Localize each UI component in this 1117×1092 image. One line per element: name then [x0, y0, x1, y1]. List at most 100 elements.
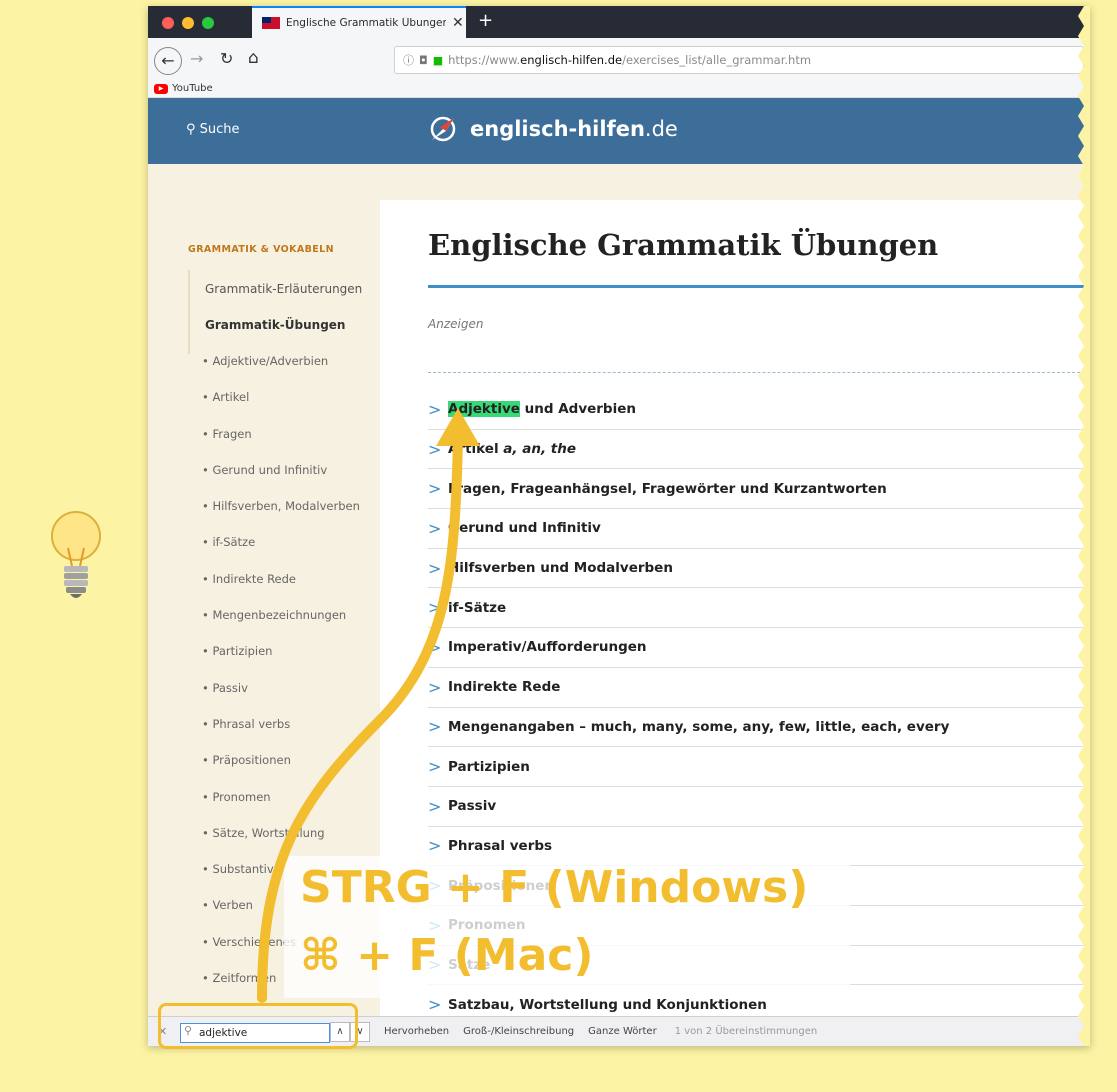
window-maximize-button[interactable]: [202, 17, 214, 29]
chevron-right-icon: >: [428, 717, 442, 737]
search-link[interactable]: ⚲ Suche: [186, 122, 240, 137]
tracking-shield-icon[interactable]: ◘: [419, 54, 428, 67]
logo-tld: .de: [644, 117, 678, 141]
exercise-link[interactable]: if-Sätze: [448, 600, 506, 616]
url-bar[interactable]: ⓘ ◘ ■ https://www. englisch-hilfen.de/exe…: [394, 46, 1084, 74]
exercise-row[interactable]: > Artikel a, an, the: [428, 430, 1090, 470]
exercise-row[interactable]: > Hilfsverben und Modalverben: [428, 549, 1090, 589]
exercise-row[interactable]: > if-Sätze: [428, 588, 1090, 629]
chevron-right-icon: >: [428, 836, 442, 856]
exercise-row[interactable]: > Imperativ/Aufforderungen: [428, 628, 1090, 668]
exercise-link[interactable]: Fragen, Frageanhängsel, Fragewörter und …: [448, 481, 887, 497]
exercise-link[interactable]: Partizipien: [448, 759, 530, 775]
exercise-row[interactable]: > Indirekte Rede: [428, 668, 1090, 708]
find-option-match-case[interactable]: Groß-/Kleinschreibung: [463, 1026, 574, 1037]
chevron-right-icon: >: [428, 757, 442, 777]
exercise-link-italic: a, an, the: [503, 441, 577, 458]
sidebar-item[interactable]: • Pronomen: [202, 790, 402, 826]
sidebar-item[interactable]: • Mengenbezeichnungen: [202, 608, 402, 644]
sidebar-heading: GRAMMATIK & VOKABELN: [188, 244, 334, 255]
lock-icon[interactable]: ■: [433, 54, 443, 67]
exercise-link[interactable]: Adjektive und Adverbien: [448, 401, 636, 418]
sidebar-item[interactable]: • Fragen: [202, 427, 402, 463]
sidebar-item[interactable]: • Phrasal verbs: [202, 717, 402, 753]
chevron-right-icon: >: [428, 479, 442, 499]
sidebar-item[interactable]: • Passiv: [202, 681, 402, 717]
exercise-row[interactable]: > Gerund und Infinitiv: [428, 509, 1090, 549]
window-close-button[interactable]: [162, 17, 174, 29]
torn-edge: [1078, 6, 1090, 1046]
exercise-link[interactable]: Hilfsverben und Modalverben: [448, 560, 673, 576]
chevron-right-icon: >: [428, 995, 442, 1015]
sidebar-item[interactable]: • Partizipien: [202, 644, 402, 680]
search-icon: ⚲: [186, 122, 200, 137]
reload-button[interactable]: ↻: [220, 49, 233, 68]
shortcut-mac: ⌘ + F (Mac): [300, 930, 594, 981]
exercise-link[interactable]: Imperativ/Aufforderungen: [448, 639, 647, 655]
exercise-link[interactable]: Artikel a, an, the: [448, 441, 576, 457]
logo-name: englisch-hilfen: [470, 117, 645, 141]
chevron-right-icon: >: [428, 796, 442, 816]
chevron-right-icon: >: [428, 518, 442, 538]
shortcut-windows: STRG + F (Windows): [300, 862, 809, 913]
find-field-highlight-frame: [158, 1003, 358, 1049]
sidebar-item[interactable]: • Gerund und Infinitiv: [202, 463, 402, 499]
sidebar-item[interactable]: • Indirekte Rede: [202, 572, 402, 608]
compass-icon: [430, 116, 456, 142]
sidebar-nav: Grammatik-Erläuterungen Grammatik-Übunge…: [188, 270, 378, 354]
home-button[interactable]: ⌂: [248, 48, 259, 68]
exercise-row[interactable]: > Mengenangaben – much, many, some, any, …: [428, 708, 1090, 748]
window-minimize-button[interactable]: [182, 17, 194, 29]
url-domain: englisch-hilfen.de: [520, 53, 623, 67]
new-tab-button[interactable]: +: [478, 10, 493, 31]
find-match-highlight: Adjektive: [448, 401, 520, 418]
sidebar-item[interactable]: • Artikel: [202, 390, 402, 426]
sidebar-item[interactable]: • Adjektive/Adverbien: [202, 354, 402, 390]
sidebar-item[interactable]: • Präpositionen: [202, 753, 402, 789]
chevron-right-icon: >: [428, 677, 442, 697]
chevron-right-icon: >: [428, 598, 442, 618]
forward-button[interactable]: →: [190, 49, 203, 68]
uk-flag-icon: [262, 17, 280, 29]
exercise-link[interactable]: Satzbau, Wortstellung und Konjunktionen: [448, 997, 767, 1013]
bookmark-youtube[interactable]: YouTube: [172, 83, 213, 94]
chevron-right-icon: >: [428, 637, 442, 657]
exercise-link-rest: und Adverbien: [519, 401, 636, 418]
divider: [428, 372, 1090, 373]
url-scheme: https://www.: [448, 53, 521, 67]
back-button[interactable]: ←: [154, 47, 182, 75]
sidebar-link-erlaeuterungen[interactable]: Grammatik-Erläuterungen: [205, 282, 362, 296]
site-header: ⚲ Suche englisch-hilfen .de: [148, 98, 1090, 164]
site-logo[interactable]: englisch-hilfen .de: [426, 114, 678, 144]
navigation-bar: ← → ↻ ⌂ ⓘ ◘ ■ https://www. englisch-hilfe…: [148, 38, 1090, 80]
chevron-right-icon: >: [428, 558, 442, 578]
bookmarks-bar: ▶ YouTube: [148, 80, 1090, 98]
info-icon[interactable]: ⓘ: [403, 52, 414, 68]
exercise-row[interactable]: > Adjektive und Adverbien: [428, 390, 1090, 430]
youtube-icon: ▶: [154, 83, 168, 94]
find-match-count: 1 von 2 Übereinstimmungen: [674, 1026, 818, 1037]
exercise-link[interactable]: Gerund und Infinitiv: [448, 520, 601, 536]
exercise-row[interactable]: > Partizipien: [428, 747, 1090, 787]
tab-bar: Englische Grammatik Übungen ✕ +: [148, 6, 1090, 38]
exercise-link[interactable]: Passiv: [448, 798, 496, 814]
url-path: /exercises_list/alle_grammar.htm: [622, 53, 812, 67]
exercise-row[interactable]: > Fragen, Frageanhängsel, Fragewörter und…: [428, 469, 1090, 510]
exercise-link[interactable]: Indirekte Rede: [448, 679, 560, 695]
search-label: Suche: [199, 122, 240, 137]
find-option-highlight[interactable]: Hervorheben: [384, 1026, 449, 1037]
exercise-link[interactable]: Phrasal verbs: [448, 838, 552, 854]
ads-label: Anzeigen: [428, 317, 484, 331]
chevron-right-icon: >: [428, 399, 442, 419]
page-title: Englische Grammatik Übungen: [428, 228, 939, 262]
tab-active[interactable]: Englische Grammatik Übungen ✕: [252, 6, 466, 38]
sidebar-item[interactable]: • if-Sätze: [202, 535, 402, 571]
lightbulb-icon: [51, 511, 101, 598]
tab-close-icon[interactable]: ✕: [452, 15, 464, 31]
exercise-row[interactable]: > Passiv: [428, 787, 1090, 827]
sidebar-item[interactable]: • Hilfsverben, Modalverben: [202, 499, 402, 535]
find-option-whole-words[interactable]: Ganze Wörter: [588, 1026, 657, 1037]
exercise-link[interactable]: Mengenangaben – much, many, some, any, f…: [448, 719, 949, 735]
sidebar-link-uebungen[interactable]: Grammatik-Übungen: [205, 318, 345, 332]
tab-title: Englische Grammatik Übungen: [286, 17, 446, 29]
